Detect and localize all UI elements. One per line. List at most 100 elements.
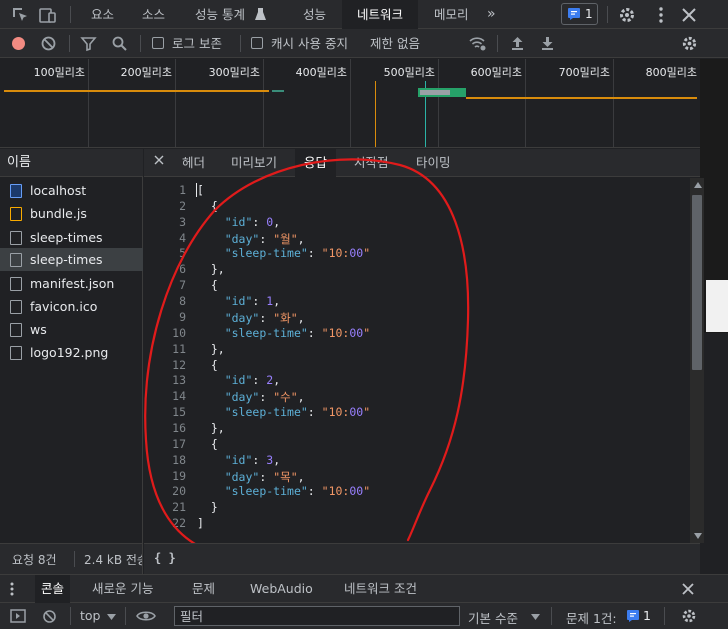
request-row[interactable]: manifest.json (0, 272, 143, 295)
live-expression-eye-icon[interactable] (136, 609, 156, 623)
request-name: localhost (30, 183, 87, 198)
tab-memory[interactable]: 메모리 (432, 0, 471, 29)
console-filter-input[interactable] (174, 606, 460, 626)
throttling-select[interactable]: 제한 없음 (370, 29, 420, 58)
code-line: "day": "화", (224, 311, 305, 325)
drawer-tab-whats-new[interactable]: 새로운 기능 (92, 575, 153, 603)
more-tabs-icon[interactable]: » (487, 6, 496, 22)
line-number: 9 (179, 310, 186, 324)
dropdown-arrow-icon[interactable] (107, 614, 116, 620)
request-count: 요청 8건 (12, 553, 57, 567)
file-icon (10, 231, 22, 245)
background-window-edge (706, 280, 728, 332)
request-detail-tabs: 헤더 미리보기 응답 시작점 타이밍 (144, 149, 700, 177)
request-row[interactable]: favicon.ico (0, 295, 143, 318)
import-har-icon[interactable] (509, 35, 526, 52)
code-line: } (197, 500, 218, 514)
network-conditions-icon[interactable] (468, 35, 486, 52)
code-line: { (197, 437, 218, 451)
record-icon[interactable] (10, 35, 27, 52)
clear-console-icon[interactable] (42, 609, 57, 624)
timeline-tick-label: 300밀리초 (208, 66, 260, 79)
line-number: 5 (179, 246, 186, 260)
dropdown-arrow-icon[interactable] (531, 614, 540, 620)
file-icon (10, 277, 22, 291)
timeline-bar (272, 90, 284, 92)
request-row[interactable]: sleep-times (0, 248, 143, 271)
tab-sources[interactable]: 소스 (140, 0, 167, 29)
drawer-menu-icon[interactable] (10, 582, 14, 596)
file-icon (10, 323, 22, 337)
timeline-bar (420, 90, 450, 95)
line-number: 7 (179, 278, 186, 292)
request-name: ws (30, 322, 47, 337)
line-number: 13 (172, 373, 186, 387)
name-column-header[interactable]: 이름 (0, 149, 143, 177)
issues-label[interactable]: 문제 1건: (566, 608, 617, 627)
tab-initiator[interactable]: 시작점 (354, 149, 389, 177)
network-settings-gear-icon[interactable] (680, 34, 699, 53)
tab-network[interactable]: 네트워크 (342, 0, 418, 29)
code-line: "sleep-time": "10:00" (224, 484, 371, 498)
context-selector[interactable]: top (80, 608, 100, 623)
code-line: "day": "수", (224, 390, 305, 404)
request-row[interactable]: bundle.js (0, 202, 143, 225)
line-number: 15 (172, 405, 186, 419)
line-number: 18 (172, 453, 186, 467)
line-number: 4 (179, 231, 186, 245)
close-detail-icon[interactable] (154, 155, 164, 165)
line-number: 16 (172, 421, 186, 435)
device-toolbar-icon[interactable] (38, 5, 58, 25)
request-row[interactable]: logo192.png (0, 341, 143, 364)
tab-lighthouse[interactable]: 성능 통계 (193, 0, 247, 29)
code-line: { (197, 278, 218, 292)
tab-timing[interactable]: 타이밍 (416, 149, 451, 177)
disable-cache-checkbox[interactable] (251, 37, 263, 49)
export-har-icon[interactable] (539, 35, 556, 52)
line-number: 1 (179, 183, 186, 197)
tab-headers[interactable]: 헤더 (182, 149, 205, 177)
tab-preview[interactable]: 미리보기 (231, 149, 277, 177)
kebab-menu-icon[interactable] (651, 5, 671, 25)
tab-response[interactable]: 응답 (295, 149, 337, 177)
drawer-tab-network-conditions[interactable]: 네트워크 조건 (344, 575, 417, 603)
issues-counter[interactable]: 1 (561, 3, 598, 25)
request-row[interactable]: localhost (0, 179, 143, 202)
drawer-tab-issues[interactable]: 문제 (192, 575, 215, 603)
response-footer-bar: { } (144, 543, 700, 574)
code-line: "sleep-time": "10:00" (224, 405, 371, 419)
inspect-element-icon[interactable] (10, 5, 30, 25)
clear-icon[interactable] (40, 35, 57, 52)
console-settings-gear-icon[interactable] (680, 607, 698, 625)
gear-icon[interactable] (617, 5, 637, 25)
search-icon[interactable] (111, 35, 128, 52)
network-overview-timeline[interactable]: 100밀리초 200밀리초 300밀리초 400밀리초 500밀리초 600밀리… (0, 59, 700, 148)
flask-icon (255, 7, 266, 21)
filter-icon[interactable] (80, 35, 97, 52)
log-level-select[interactable]: 기본 수준 (468, 608, 518, 627)
line-number: 3 (179, 215, 186, 229)
code-line: "sleep-time": "10:00" (224, 326, 371, 340)
request-row[interactable]: sleep-times (0, 226, 143, 249)
scroll-up-arrow-icon[interactable] (694, 182, 702, 188)
line-number: 12 (172, 358, 186, 372)
code-line: ] (197, 516, 204, 530)
close-icon[interactable] (679, 5, 699, 25)
close-drawer-icon[interactable] (682, 583, 694, 595)
preserve-log-checkbox[interactable] (152, 37, 164, 49)
drawer-tab-console[interactable]: 콘솔 (35, 575, 71, 603)
scrollbar-thumb[interactable] (692, 195, 702, 370)
drawer-tab-bar: 콘솔 새로운 기능 문제 WebAudio 네트워크 조건 (0, 574, 728, 603)
code-line: }, (197, 421, 225, 435)
tab-elements[interactable]: 요소 (89, 0, 116, 29)
response-body-viewer[interactable]: 1 2 3 4 5 6 7 8 9 10 11 12 13 14 15 16 1… (144, 178, 700, 543)
tab-performance[interactable]: 성능 (301, 0, 328, 29)
request-row[interactable]: ws (0, 318, 143, 341)
pretty-print-button[interactable]: { } (154, 551, 176, 565)
code-line: { (197, 358, 218, 372)
script-icon (10, 207, 22, 221)
timeline-tick-label: 600밀리초 (470, 66, 522, 79)
drawer-tab-webaudio[interactable]: WebAudio (250, 575, 313, 603)
console-sidebar-icon[interactable] (10, 609, 26, 623)
scroll-down-arrow-icon[interactable] (694, 533, 702, 539)
